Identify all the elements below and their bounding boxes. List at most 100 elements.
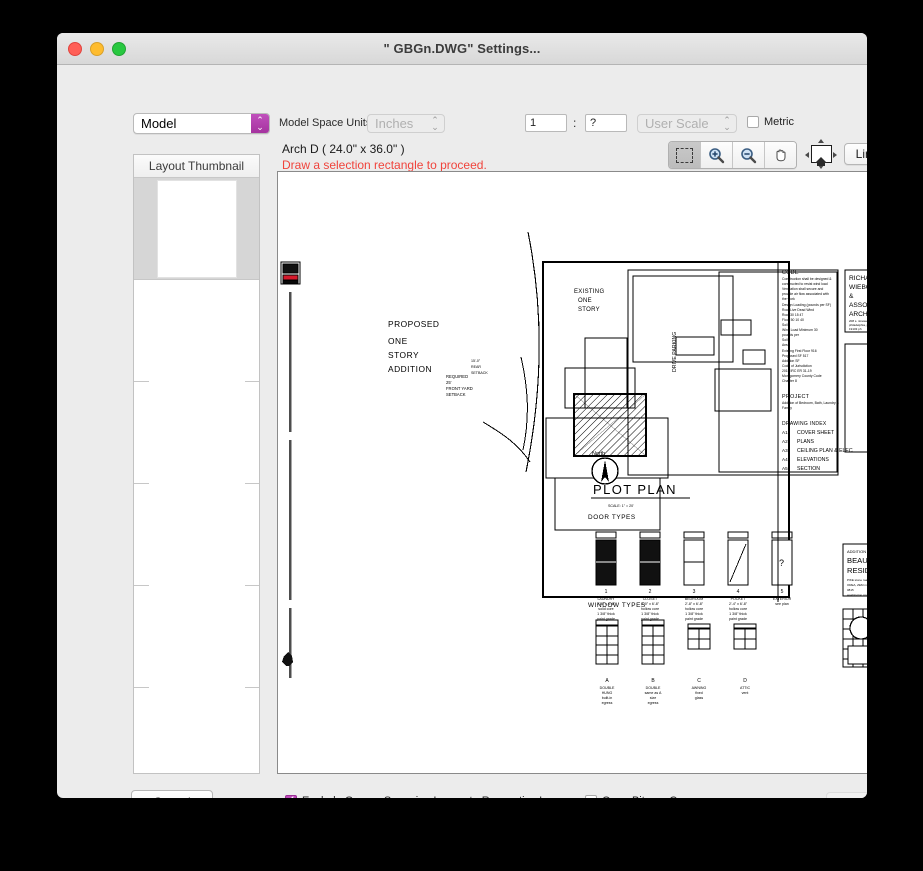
svg-text:Ventilation shall secure and: Ventilation shall secure and bbox=[782, 287, 823, 291]
user-scale-value: User Scale bbox=[645, 116, 709, 131]
model-space-units-select[interactable]: Inches ⌃ ⌄ bbox=[367, 114, 445, 133]
svg-text:BEAUCHAMP: BEAUCHAMP bbox=[847, 556, 867, 565]
svg-text:Soil: Soil bbox=[782, 338, 788, 342]
svg-text:Existing First Floor 916: Existing First Floor 916 bbox=[782, 349, 817, 353]
list-item[interactable] bbox=[134, 483, 259, 586]
svg-text:Addition SF: Addition SF bbox=[782, 359, 800, 363]
drawing-canvas[interactable]: PROPOSED ONE STORY ADDITION REQUIRED 25'… bbox=[277, 171, 867, 774]
svg-text:Montgomery County Code: Montgomery County Code bbox=[782, 374, 822, 378]
minimize-button-icon[interactable] bbox=[90, 42, 104, 56]
screen: " GBGn.DWG" Settings... Model ⌃ ⌄ Model S… bbox=[0, 0, 923, 871]
close-button-icon[interactable] bbox=[68, 42, 82, 56]
explode-groups-checkbox-box[interactable] bbox=[285, 795, 297, 798]
seal-stamp-icon bbox=[280, 261, 301, 285]
svg-text:1 3/8" thick: 1 3/8" thick bbox=[729, 612, 747, 616]
svg-text:washington county: washington county bbox=[847, 593, 867, 597]
zoom-button-icon[interactable] bbox=[112, 42, 126, 56]
settings-dialog-window: " GBGn.DWG" Settings... Model ⌃ ⌄ Model S… bbox=[57, 33, 867, 798]
svg-text:fixed: fixed bbox=[695, 691, 703, 695]
svg-text:the work: the work bbox=[782, 297, 795, 301]
scale-denominator-input[interactable]: ? bbox=[585, 114, 627, 132]
svg-text:egress: egress bbox=[648, 701, 659, 705]
svg-text:RESIDENCE: RESIDENCE bbox=[847, 566, 867, 575]
door-types-heading: DOOR TYPES bbox=[588, 514, 636, 521]
cancel-button[interactable]: Cancel bbox=[131, 790, 213, 798]
svg-text:paint grade: paint grade bbox=[685, 617, 703, 621]
window-titlebar: " GBGn.DWG" Settings... bbox=[57, 33, 867, 65]
list-item[interactable] bbox=[134, 687, 259, 773]
fit-to-window-control[interactable] bbox=[805, 139, 837, 169]
svg-text:Soil: Soil bbox=[782, 323, 788, 327]
open-bitmap-copy-checkbox[interactable]: Open Bitmap Copy bbox=[585, 795, 695, 798]
svg-text:1 3/8" thick: 1 3/8" thick bbox=[641, 612, 659, 616]
svg-text:5: 5 bbox=[781, 589, 784, 595]
home-icon[interactable] bbox=[810, 145, 832, 166]
layout-select[interactable]: Model ⌃ ⌄ bbox=[133, 113, 270, 134]
svg-text:PROJECT: PROJECT bbox=[782, 394, 810, 400]
explode-groups-checkbox[interactable]: Explode Groups Spanning Layers to Respec… bbox=[285, 795, 572, 798]
thumbnail-preview bbox=[148, 483, 245, 586]
svg-text:REAR: REAR bbox=[471, 365, 481, 369]
open-bitmap-copy-checkbox-box[interactable] bbox=[585, 795, 597, 798]
pan-hand-tool[interactable] bbox=[765, 142, 796, 168]
explode-groups-checkbox-label: Explode Groups Spanning Layers to Respec… bbox=[302, 795, 572, 798]
svg-text:North: North bbox=[592, 451, 605, 457]
list-item[interactable] bbox=[134, 279, 259, 382]
svg-text:ONE: ONE bbox=[388, 336, 408, 346]
svg-text:DOUBLE: DOUBLE bbox=[646, 686, 661, 690]
list-item[interactable] bbox=[134, 381, 259, 484]
sheet-size-label: Arch D ( 24.0" x 36.0" ) bbox=[282, 142, 405, 156]
svg-text:A3: A3 bbox=[782, 448, 788, 453]
svg-text:1 3/8" thick: 1 3/8" thick bbox=[685, 612, 703, 616]
svg-text:ADDITION TO: ADDITION TO bbox=[847, 549, 867, 554]
list-item[interactable] bbox=[134, 585, 259, 688]
arrow-left-icon bbox=[805, 152, 809, 158]
chevron-updown-icon: ⌃ ⌄ bbox=[251, 114, 269, 133]
vicinity-map: ! bbox=[842, 608, 867, 668]
svg-text:DRAWING INDEX: DRAWING INDEX bbox=[782, 421, 827, 427]
arrow-up-icon bbox=[817, 139, 824, 143]
svg-text:CEILING PLAN & ELEC: CEILING PLAN & ELEC bbox=[797, 448, 853, 454]
svg-text:ATTIC: ATTIC bbox=[740, 686, 751, 690]
list-item[interactable] bbox=[134, 178, 259, 280]
svg-text:Design Loading (pounds per SF: Design Loading (pounds per SF) bbox=[782, 303, 831, 307]
svg-text:Roof 30 15 47: Roof 30 15 47 bbox=[782, 313, 803, 317]
svg-text:STORY: STORY bbox=[388, 350, 419, 360]
zoom-in-icon bbox=[709, 147, 725, 163]
svg-text:EXISTING: EXISTING bbox=[574, 289, 604, 295]
scale-numerator-input[interactable]: 1 bbox=[525, 114, 567, 132]
svg-text:1: 1 bbox=[605, 589, 608, 595]
svg-text:ASSOCIATES: ASSOCIATES bbox=[849, 302, 867, 309]
svg-text:BEDROOM: BEDROOM bbox=[685, 597, 704, 601]
svg-text:vent: vent bbox=[742, 691, 749, 695]
hand-icon bbox=[776, 149, 785, 162]
svg-text:RICHARD: RICHARD bbox=[849, 275, 867, 282]
lines-button[interactable]: Lines... bbox=[844, 143, 867, 165]
svg-text:REQUIRED: REQUIRED bbox=[446, 374, 468, 379]
zoom-in-tool[interactable] bbox=[701, 142, 733, 168]
svg-text:SECTION: SECTION bbox=[797, 466, 820, 472]
thumbnail-preview bbox=[148, 381, 245, 484]
window-types-heading: WINDOW TYPES bbox=[588, 602, 646, 609]
window-title: " GBGn.DWG" Settings... bbox=[383, 41, 541, 56]
metric-checkbox-box[interactable] bbox=[747, 116, 759, 128]
thumbnail-preview bbox=[148, 687, 245, 773]
marquee-select-tool[interactable] bbox=[669, 142, 701, 168]
ok-button[interactable]: OK bbox=[826, 792, 867, 798]
zoom-out-tool[interactable] bbox=[733, 142, 765, 168]
svg-text:A1: A1 bbox=[782, 430, 788, 435]
svg-text:?: ? bbox=[779, 558, 784, 568]
user-scale-select[interactable]: User Scale ⌃ ⌄ bbox=[637, 114, 737, 133]
svg-text:ADDITION: ADDITION bbox=[388, 364, 432, 374]
metric-checkbox[interactable]: Metric bbox=[747, 116, 794, 128]
svg-text:&: & bbox=[849, 293, 854, 300]
layout-thumbnail-list[interactable] bbox=[134, 178, 259, 773]
svg-text:OREA, ZEM md: OREA, ZEM md bbox=[847, 583, 867, 587]
svg-text:AWNING: AWNING bbox=[692, 686, 707, 690]
chevron-updown-icon: ⌃ ⌄ bbox=[431, 115, 439, 132]
svg-text:provide air flow associated wi: provide air flow associated with bbox=[782, 292, 829, 296]
svg-text:PIKE stone road: PIKE stone road bbox=[847, 578, 867, 582]
svg-text:Roof Live Dead Wind: Roof Live Dead Wind bbox=[782, 308, 814, 312]
svg-text:pounds per: pounds per bbox=[782, 333, 800, 337]
svg-text:constructed to resist wind loa: constructed to resist wind load bbox=[782, 282, 828, 286]
